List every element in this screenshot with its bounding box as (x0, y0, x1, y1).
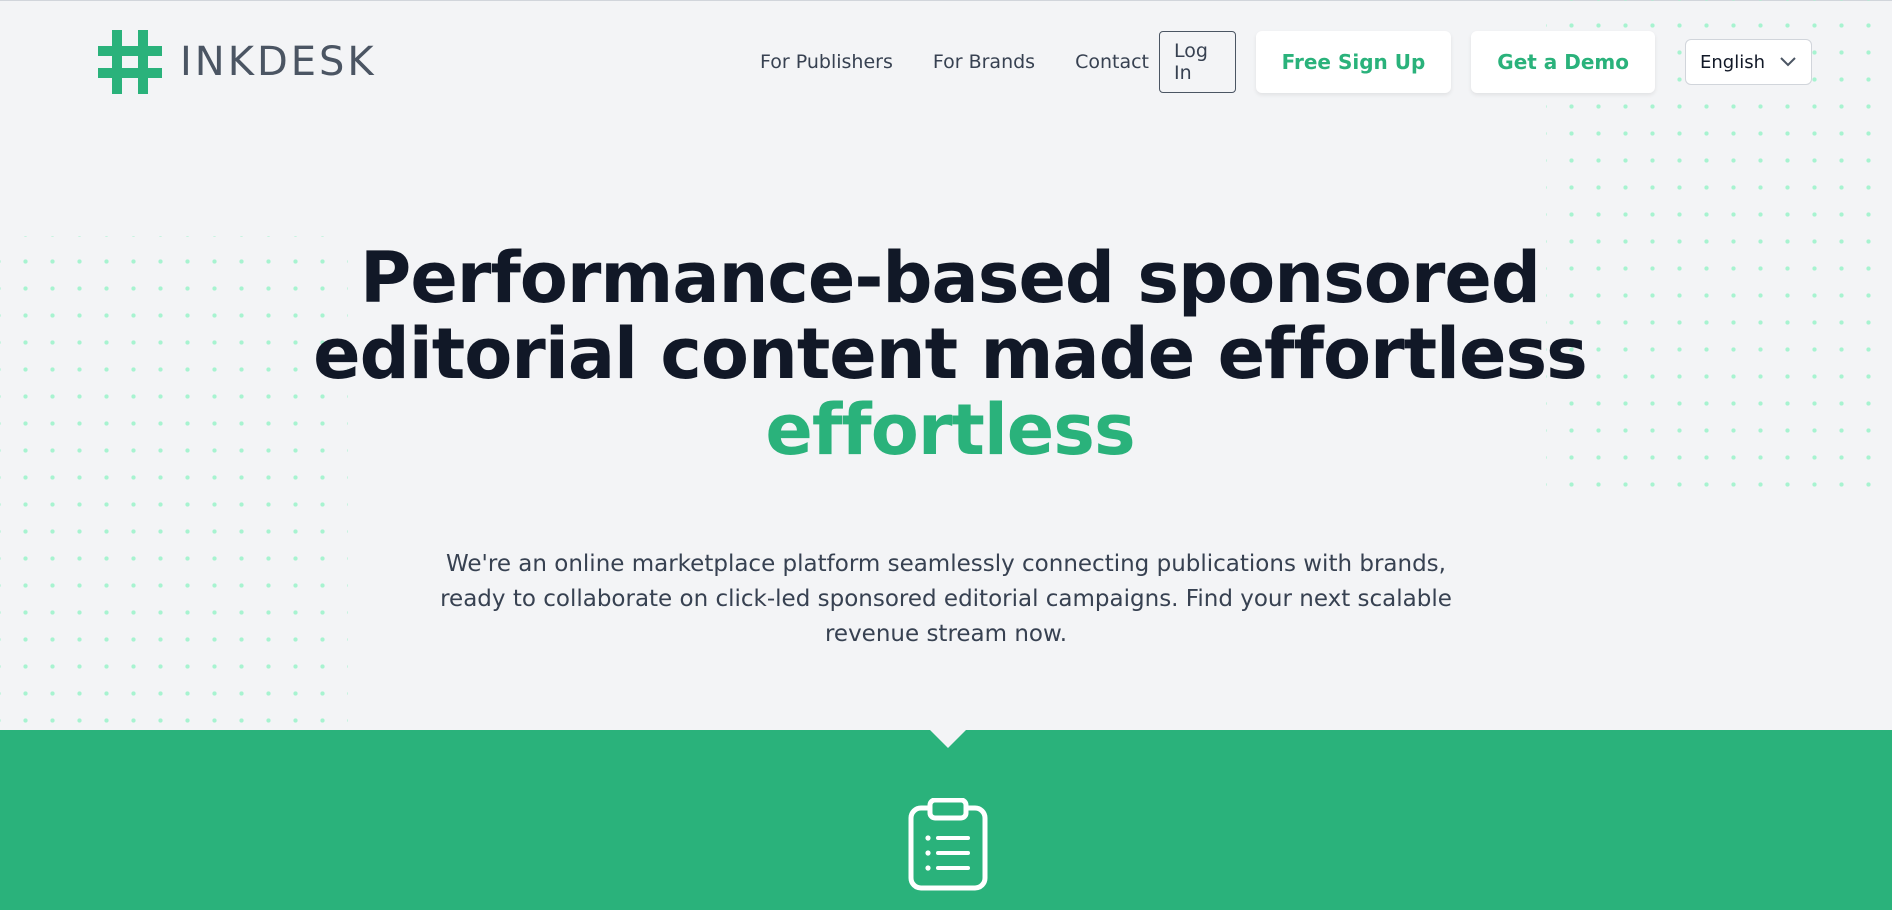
hero-subtitle: We're an online marketplace platform sea… (440, 551, 1452, 647)
hash-icon (98, 30, 162, 94)
free-signup-button[interactable]: Free Sign Up (1255, 31, 1452, 93)
band-notch (930, 730, 966, 748)
top-nav: For Publishers For Brands Contact Log In… (760, 30, 1812, 94)
language-select[interactable]: English (1685, 39, 1812, 85)
hero: Performance-based sponsored editorial co… (300, 240, 1600, 468)
clipboard-icon (908, 798, 988, 891)
logo-text: INKDESK (180, 39, 377, 85)
nav-contact[interactable]: Contact (1075, 51, 1149, 73)
hero-heading-line-2: editorial content made effortless (313, 313, 1588, 395)
nav-for-publishers[interactable]: For Publishers (760, 51, 893, 73)
decorative-dots-left (0, 236, 348, 730)
get-demo-button[interactable]: Get a Demo (1471, 31, 1655, 93)
language-label: English (1700, 51, 1765, 73)
hero-heading-accent: effortless (765, 389, 1135, 471)
hero-heading-line-1: Performance-based sponsored (360, 237, 1541, 319)
logo[interactable]: INKDESK (98, 30, 377, 94)
login-button[interactable]: Log In (1159, 31, 1236, 93)
nav-for-brands[interactable]: For Brands (933, 51, 1035, 73)
chevron-down-icon (1780, 57, 1796, 67)
